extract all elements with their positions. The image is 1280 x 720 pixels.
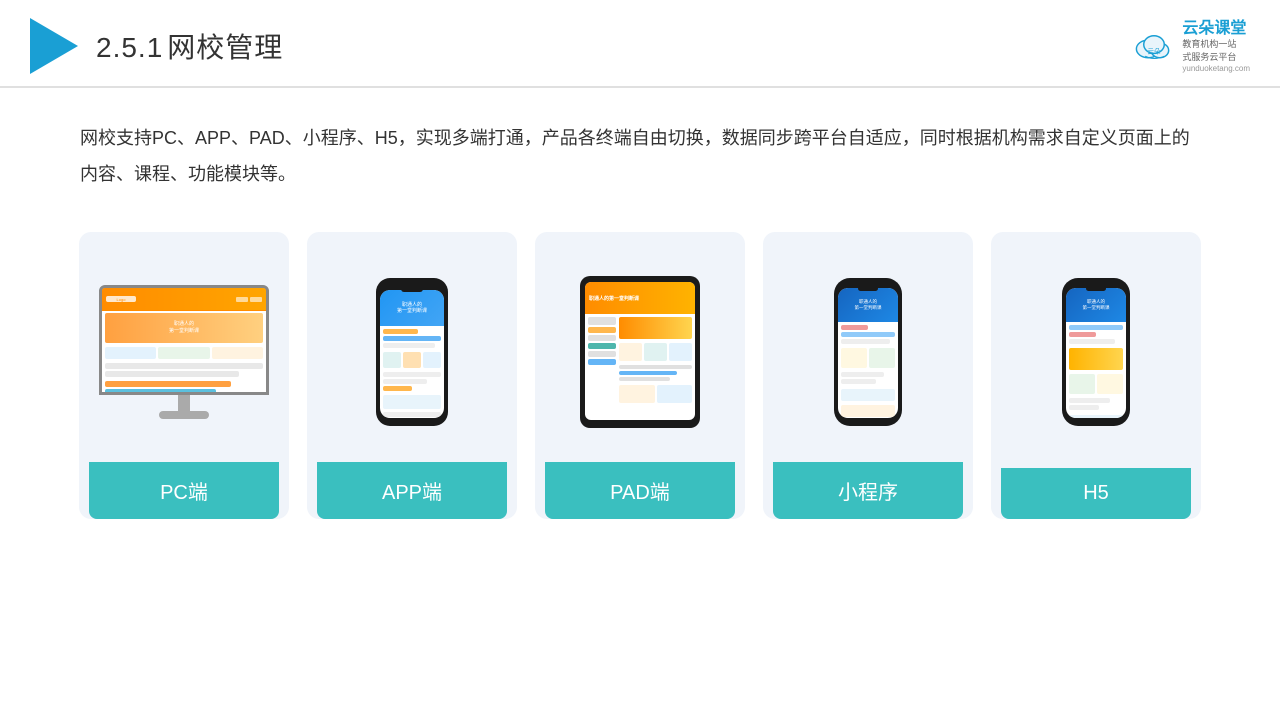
card-app-image: 职通人的第一堂判断课 <box>317 252 507 452</box>
page-header: 2.5.1网校管理 云朵 云朵课堂 教育机构一站 式服务云平台 yunduoke… <box>0 0 1280 88</box>
description-text: 网校支持PC、APP、PAD、小程序、H5，实现多端打通，产品各终端自由切换，数… <box>0 88 1280 212</box>
card-h5-label: H5 <box>1001 468 1191 519</box>
card-miniprogram-image: 职通人的第一堂判断课 <box>773 252 963 452</box>
phone-sm-h5: 职通人的第一堂判断课 <box>1062 278 1130 426</box>
card-h5: 职通人的第一堂判断课 <box>991 232 1201 519</box>
card-pc-image: Logo 职通人的第一堂判断课 <box>89 252 279 452</box>
card-pc-label: PC端 <box>89 462 279 519</box>
phone-mock-app: 职通人的第一堂判断课 <box>376 278 448 426</box>
card-pad-label: PAD端 <box>545 462 735 519</box>
brand-text: 云朵课堂 教育机构一站 式服务云平台 yunduoketang.com <box>1182 19 1250 73</box>
logo-triangle-icon <box>30 18 78 74</box>
brand-sub-line1: 教育机构一站 <box>1182 38 1236 51</box>
monitor-mock: Logo 职通人的第一堂判断课 <box>99 285 269 419</box>
page-title: 2.5.1网校管理 <box>96 26 283 66</box>
phone-sm-miniprogram: 职通人的第一堂判断课 <box>834 278 902 426</box>
card-miniprogram: 职通人的第一堂判断课 <box>763 232 973 519</box>
cloud-icon: 云朵 <box>1132 28 1176 64</box>
brand-sub-line2: 式服务云平台 <box>1182 51 1236 64</box>
cards-section: Logo 职通人的第一堂判断课 <box>0 212 1280 549</box>
card-pc: Logo 职通人的第一堂判断课 <box>79 232 289 519</box>
svg-text:云朵: 云朵 <box>1148 47 1162 55</box>
brand-name: 云朵课堂 <box>1182 19 1246 38</box>
card-h5-image: 职通人的第一堂判断课 <box>1001 252 1191 452</box>
card-app: 职通人的第一堂判断课 <box>307 232 517 519</box>
brand-logo: 云朵 云朵课堂 教育机构一站 式服务云平台 yunduoketang.com <box>1132 19 1250 73</box>
card-pad-image: 职通人的第一堂判断课 <box>545 252 735 452</box>
card-pad: 职通人的第一堂判断课 <box>535 232 745 519</box>
monitor-screen: Logo 职通人的第一堂判断课 <box>99 285 269 395</box>
title-text: 网校管理 <box>167 32 283 63</box>
card-app-label: APP端 <box>317 462 507 519</box>
header-left: 2.5.1网校管理 <box>30 18 283 74</box>
brand-domain: yunduoketang.com <box>1182 64 1250 73</box>
tablet-mock: 职通人的第一堂判断课 <box>580 276 700 428</box>
card-miniprogram-label: 小程序 <box>773 462 963 519</box>
title-number: 2.5.1 <box>96 32 163 63</box>
